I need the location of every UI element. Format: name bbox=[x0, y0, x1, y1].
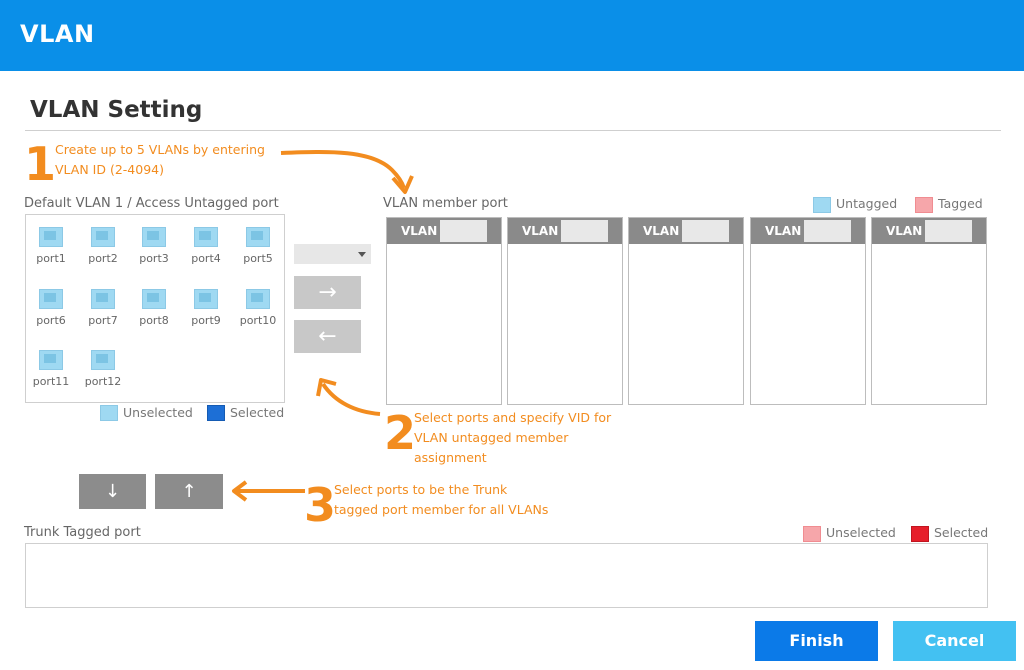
tagged-legend-swatch bbox=[915, 197, 933, 213]
vlan-member-column-4[interactable]: VLAN bbox=[750, 217, 866, 405]
ethernet-port-icon bbox=[91, 227, 115, 247]
step-3-number: 3 bbox=[304, 478, 337, 532]
move-up-button[interactable]: ↑ bbox=[155, 474, 223, 509]
untagged-legend-swatch bbox=[813, 197, 831, 213]
vlan-member-column-5[interactable]: VLAN bbox=[871, 217, 987, 405]
port-9[interactable]: port9 bbox=[184, 289, 228, 333]
vlan-member-column-2[interactable]: VLAN bbox=[507, 217, 623, 405]
ethernet-port-icon bbox=[142, 289, 166, 309]
ethernet-port-icon bbox=[142, 227, 166, 247]
cancel-button[interactable]: Cancel bbox=[893, 621, 1016, 661]
step-2-line-3: assignment bbox=[414, 450, 487, 465]
move-right-button[interactable]: → bbox=[294, 276, 361, 309]
port-1[interactable]: port1 bbox=[29, 227, 73, 271]
vlan-column-header: VLAN bbox=[872, 218, 986, 244]
step-1-arrow bbox=[280, 149, 406, 189]
step-2-line-1: Select ports and specify VID for bbox=[414, 410, 612, 425]
port-2[interactable]: port2 bbox=[81, 227, 125, 271]
port-12[interactable]: port12 bbox=[81, 350, 125, 394]
untagged-legend-label: Untagged bbox=[836, 196, 898, 211]
move-left-button[interactable]: ← bbox=[294, 320, 361, 353]
ethernet-port-icon bbox=[39, 227, 63, 247]
finish-button[interactable]: Finish bbox=[755, 621, 878, 661]
ethernet-port-icon bbox=[39, 289, 63, 309]
ethernet-port-icon bbox=[91, 289, 115, 309]
step-2-number: 2 bbox=[384, 406, 417, 460]
vid-input[interactable] bbox=[925, 220, 972, 242]
ethernet-port-icon bbox=[246, 289, 270, 309]
step-3-line-1: Select ports to be the Trunk bbox=[334, 482, 508, 497]
vlan-column-header: VLAN bbox=[508, 218, 622, 244]
access-legend-unselected: Unselected bbox=[123, 405, 193, 420]
port-3[interactable]: port3 bbox=[132, 227, 176, 271]
vid-select[interactable] bbox=[294, 244, 371, 264]
vlan-member-column-3[interactable]: VLAN bbox=[628, 217, 744, 405]
selected-legend-swatch bbox=[207, 405, 225, 421]
vlan-member-label: VLAN member port bbox=[383, 196, 508, 211]
access-port-label: Default VLAN 1 / Access Untagged port bbox=[24, 196, 279, 211]
step-3-line-2: tagged port member for all VLANs bbox=[334, 502, 549, 517]
vlan-column-header: VLAN bbox=[751, 218, 865, 244]
port-11[interactable]: port11 bbox=[29, 350, 73, 394]
port-4[interactable]: port4 bbox=[184, 227, 228, 271]
trunk-legend-unselected: Unselected bbox=[826, 525, 896, 540]
step-2-line-2: VLAN untagged member bbox=[414, 430, 569, 445]
vid-input[interactable] bbox=[440, 220, 487, 242]
vid-input[interactable] bbox=[561, 220, 608, 242]
vlan-member-column-1[interactable]: VLAN bbox=[386, 217, 502, 405]
ethernet-port-icon bbox=[39, 350, 63, 370]
vid-input[interactable] bbox=[804, 220, 851, 242]
access-port-panel: port1 port2 port3 port4 port5 port6 port… bbox=[25, 214, 285, 403]
port-7[interactable]: port7 bbox=[81, 289, 125, 333]
step-2-text: Select ports and specify VID for VLAN un… bbox=[414, 408, 611, 468]
port-10[interactable]: port10 bbox=[236, 289, 280, 333]
chevron-down-icon bbox=[358, 252, 366, 257]
access-legend-selected: Selected bbox=[230, 405, 285, 420]
ethernet-port-icon bbox=[91, 350, 115, 370]
port-8[interactable]: port8 bbox=[132, 289, 176, 333]
trunk-port-panel[interactable] bbox=[25, 543, 988, 608]
step-3-text: Select ports to be the Trunk tagged port… bbox=[334, 480, 548, 520]
port-5[interactable]: port5 bbox=[236, 227, 280, 271]
ethernet-port-icon bbox=[194, 289, 218, 309]
ethernet-port-icon bbox=[194, 227, 218, 247]
move-down-button[interactable]: ↓ bbox=[79, 474, 146, 509]
trunk-legend-selected: Selected bbox=[934, 525, 989, 540]
unselected-legend-swatch bbox=[100, 405, 118, 421]
vid-input[interactable] bbox=[682, 220, 729, 242]
step-2-arrow bbox=[321, 382, 381, 416]
trunk-unselected-swatch bbox=[803, 526, 821, 542]
vlan-column-header: VLAN bbox=[629, 218, 743, 244]
ethernet-port-icon bbox=[246, 227, 270, 247]
tagged-legend-label: Tagged bbox=[938, 196, 983, 211]
port-6[interactable]: port6 bbox=[29, 289, 73, 333]
trunk-selected-swatch bbox=[911, 526, 929, 542]
vlan-column-header: VLAN bbox=[387, 218, 501, 244]
trunk-port-label: Trunk Tagged port bbox=[24, 525, 141, 540]
